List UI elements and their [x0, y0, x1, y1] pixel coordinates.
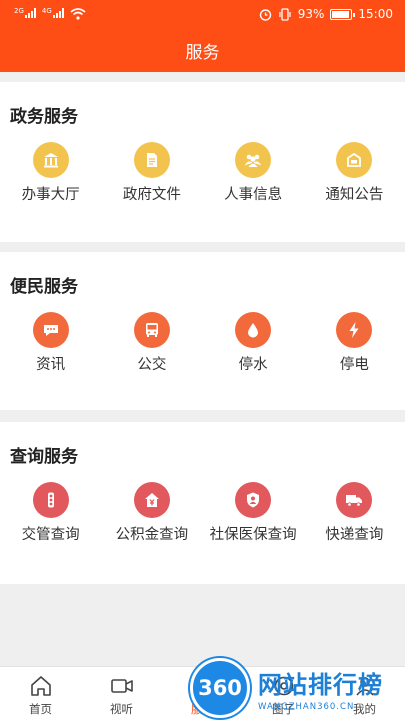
shield-person-icon — [235, 482, 272, 518]
battery-icon — [330, 8, 356, 20]
notice-icon — [336, 142, 373, 178]
service-item-housing-fund-query[interactable]: 公积金查询 — [101, 482, 202, 544]
tab-video[interactable]: 视听 — [81, 667, 162, 720]
page-title: 服务 — [185, 42, 220, 63]
signal-2-icon: 4G — [42, 7, 64, 21]
service-item-notices[interactable]: 通知公告 — [304, 142, 405, 204]
home-icon — [30, 676, 51, 696]
lightning-icon — [336, 312, 373, 348]
service-item-bus[interactable]: 公交 — [101, 312, 202, 374]
section-title: 查询服务 — [10, 447, 78, 467]
service-item-water-outage[interactable]: 停水 — [203, 312, 304, 374]
service-item-insurance-query[interactable]: 社保医保查询 — [203, 482, 304, 544]
alarm-icon — [259, 8, 271, 21]
document-icon — [133, 142, 170, 178]
service-item-traffic-query[interactable]: 交管查询 — [0, 482, 101, 544]
app-header: 2G 4G 93% 15:00 服务 — [0, 0, 405, 72]
people-icon — [235, 142, 272, 178]
clock: 15:00 — [358, 7, 393, 21]
tab-home[interactable]: 首页 — [0, 667, 81, 720]
government-hall-icon — [32, 142, 69, 178]
traffic-light-icon — [32, 482, 69, 518]
wifi-icon — [70, 8, 86, 20]
housing-fund-icon — [133, 482, 170, 518]
watermark-logo: 360 — [190, 658, 250, 718]
chat-bubble-icon — [32, 312, 69, 348]
section-convenience-services: 便民服务 资讯 公交 停水 停电 — [0, 252, 405, 410]
service-item-documents[interactable]: 政府文件 — [101, 142, 202, 204]
watermark: 360 网站排行榜 WANGZHAN360.CN — [190, 656, 405, 720]
water-drop-icon — [235, 312, 272, 348]
battery-percent: 93% — [297, 7, 325, 21]
video-icon — [110, 679, 133, 693]
truck-icon — [336, 482, 373, 518]
section-title: 便民服务 — [10, 277, 78, 297]
service-item-hall[interactable]: 办事大厅 — [0, 142, 101, 204]
watermark-text: 网站排行榜 — [258, 670, 383, 699]
watermark-subtext: WANGZHAN360.CN — [258, 701, 355, 712]
signal-1-icon: 2G — [14, 7, 36, 21]
service-item-personnel[interactable]: 人事信息 — [203, 142, 304, 204]
vibrate-icon — [279, 7, 291, 21]
service-item-express-query[interactable]: 快递查询 — [304, 482, 405, 544]
service-item-news[interactable]: 资讯 — [0, 312, 101, 374]
section-query-services: 查询服务 交管查询 公积金查询 社保医保查询 快递查询 — [0, 422, 405, 584]
section-government-services: 政务服务 办事大厅 政府文件 人事信息 通知公告 — [0, 82, 405, 242]
service-item-power-outage[interactable]: 停电 — [304, 312, 405, 374]
status-bar: 2G 4G 93% 15:00 — [0, 0, 405, 28]
section-title: 政务服务 — [10, 107, 78, 127]
bus-icon — [133, 312, 170, 348]
